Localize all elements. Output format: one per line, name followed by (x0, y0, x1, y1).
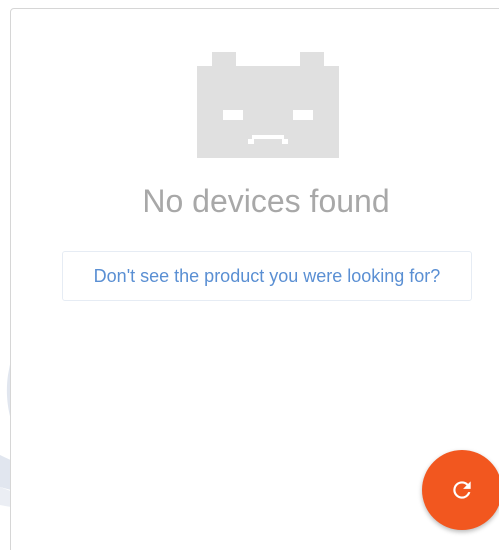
refresh-button[interactable] (422, 450, 499, 530)
product-not-found-link[interactable]: Don't see the product you were looking f… (62, 251, 472, 301)
empty-state-title: No devices found (142, 183, 390, 219)
refresh-icon (453, 481, 471, 499)
sad-device-icon (197, 52, 339, 158)
app-frame: AMZ YACHTI No devices found Don't see th… (0, 0, 499, 550)
